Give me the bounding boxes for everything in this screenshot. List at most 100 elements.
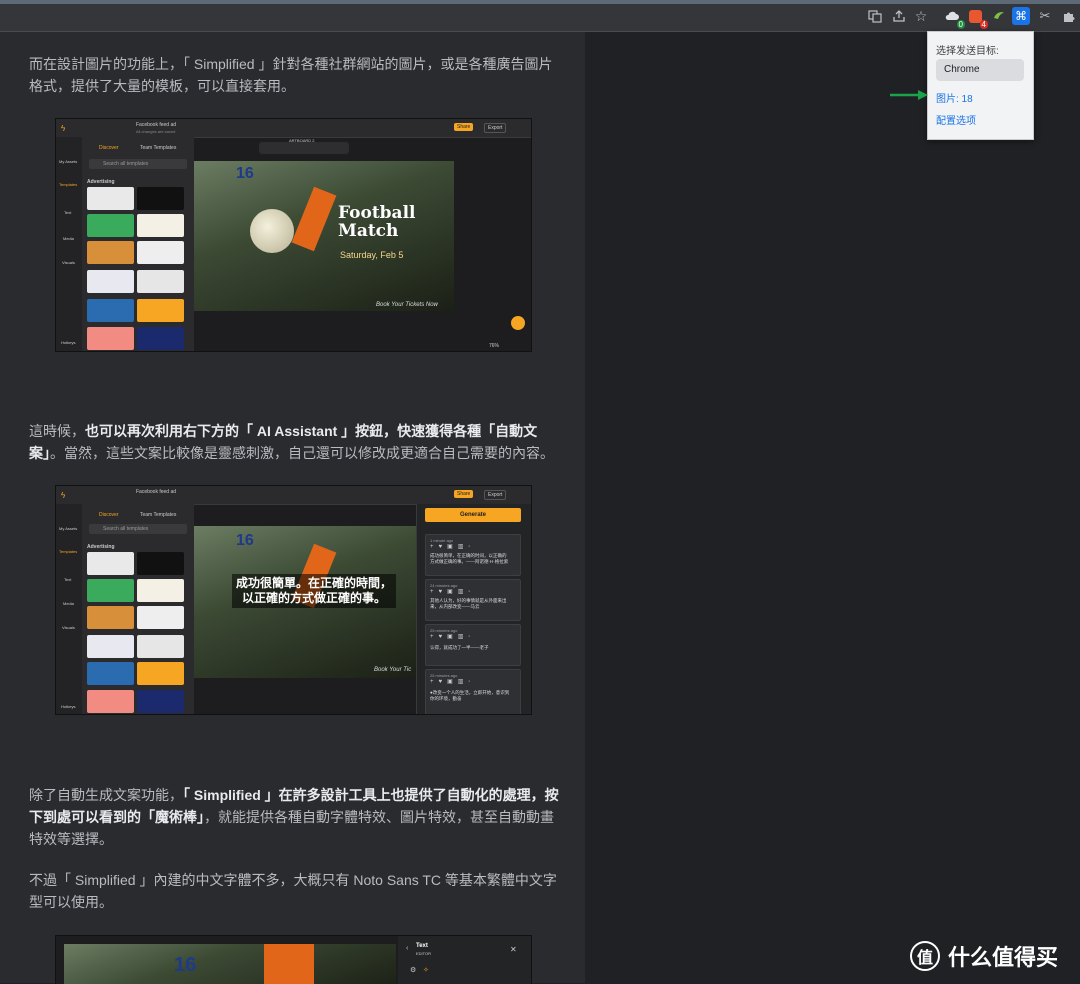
text-editor-panel: ‹ Text EDITOR ✕ ⚙ ✧	[398, 936, 531, 984]
template-thumb[interactable]	[87, 214, 134, 237]
template-thumb[interactable]	[87, 606, 134, 629]
ai-result-card[interactable]: 24 minutes ago +♥▣▥◦ 其他人认为，好的事情就是从外面来出来，…	[425, 579, 521, 621]
rail-text[interactable]: Text	[64, 577, 71, 582]
translate-icon[interactable]	[866, 7, 884, 25]
editor-topbar: ϟ Facebook feed ad All changes are saved…	[56, 119, 531, 138]
screenshot-templates: ϟ Facebook feed ad All changes are saved…	[55, 118, 532, 352]
rail-text[interactable]: Text	[64, 210, 71, 215]
template-thumb[interactable]	[87, 579, 134, 602]
export-button[interactable]: Export	[484, 490, 507, 500]
images-link[interactable]: 图片: 18	[936, 90, 973, 105]
ai-result-card[interactable]: 25 minutes ago +♥▣▥◦ 认得，就成功了一半——老子	[425, 624, 521, 666]
template-thumb[interactable]	[137, 270, 184, 293]
green-extension-icon[interactable]	[990, 7, 1008, 25]
tab-strip	[0, 0, 1080, 4]
tab-team-templates[interactable]: Team Templates	[140, 145, 176, 151]
extension-popup: 选择发送目标: Chrome 图片: 18 配置选项	[927, 31, 1034, 140]
card-actions[interactable]: +♥▣▥◦	[430, 678, 476, 685]
share-icon[interactable]	[890, 7, 908, 25]
editor-left-rail: My Assets Templates Text Media Visuals H…	[56, 137, 83, 351]
template-search-input[interactable]: Search all templates	[89, 524, 187, 534]
share-button[interactable]: Share	[454, 490, 474, 498]
template-thumb[interactable]	[87, 552, 134, 575]
generate-button[interactable]: Generate	[425, 508, 521, 522]
card-actions[interactable]: +♥▣▥◦	[430, 543, 476, 550]
templates-panel: Discover Team Templates Search all templ…	[82, 504, 194, 714]
template-thumb[interactable]	[87, 662, 134, 685]
editor-topbar: ϟ Facebook feed ad Share Export	[56, 486, 531, 505]
card-actions[interactable]: +♥▣▥◦	[430, 633, 476, 640]
template-thumb[interactable]	[87, 635, 134, 658]
templates-panel: Discover Team Templates Search all templ…	[82, 137, 194, 351]
scissors-extension-icon[interactable]: ✂	[1036, 7, 1054, 25]
cta-text: Book Your Tickets Now	[376, 302, 438, 308]
template-thumb[interactable]	[137, 662, 184, 685]
template-thumb[interactable]	[87, 241, 134, 264]
settings-link[interactable]: 配置选项	[936, 112, 976, 127]
magic-wand-icon[interactable]: ✧	[423, 966, 429, 974]
watermark-logo: 值	[910, 941, 940, 971]
back-chevron-icon[interactable]: ‹	[406, 945, 408, 952]
artboard-canvas[interactable]: 16 成功很簡單。在正確的時間， 以正確的方式做正確的事。 Book Your T…	[194, 526, 416, 678]
artboard-canvas[interactable]: 16 Football Match Saturday, Feb 5 Book Y…	[194, 161, 454, 311]
ai-result-card[interactable]: 25 minutes ago +♥▣▥◦ ●改变一个人的生活，立即开始，意识到你…	[425, 669, 521, 714]
star-icon[interactable]: ☆	[912, 7, 930, 25]
rail-my-assets[interactable]: My Assets	[59, 159, 77, 164]
rail-templates[interactable]: Templates	[59, 182, 77, 187]
template-thumb[interactable]	[137, 579, 184, 602]
doc-saved-status: All changes are saved	[136, 129, 176, 134]
template-thumb[interactable]	[137, 241, 184, 264]
gear-icon[interactable]: ⚙	[410, 966, 416, 974]
template-thumb[interactable]	[137, 299, 184, 322]
artboard-canvas[interactable]: 16	[64, 944, 396, 984]
template-thumb[interactable]	[87, 187, 134, 210]
paragraph-fonts: 不過「 Simplified 」內建的中文字體不多，大概只有 Noto Sans…	[29, 872, 557, 910]
rail-media[interactable]: Media	[63, 601, 74, 606]
rail-media[interactable]: Media	[63, 236, 74, 241]
red-extension-icon[interactable]: 4	[966, 7, 988, 29]
template-thumb[interactable]	[137, 327, 184, 350]
orange-sock	[264, 944, 314, 984]
doc-title[interactable]: Facebook feed ad	[136, 489, 176, 495]
template-search-input[interactable]: Search all templates	[89, 159, 187, 169]
template-thumb[interactable]	[137, 635, 184, 658]
ai-result-card[interactable]: 1 minute ago +♥▣▥◦ 成功很简单，在正确的时间，以正确的方式做正…	[425, 534, 521, 576]
element-toolbar[interactable]: ARTBOARD 2	[259, 138, 349, 154]
template-thumb[interactable]	[137, 606, 184, 629]
doc-title[interactable]: Facebook feed ad	[136, 122, 176, 128]
zoom-level[interactable]: 76%	[489, 343, 499, 349]
tab-discover[interactable]: Discover	[99, 145, 118, 151]
rail-visuals[interactable]: Visuals	[62, 260, 75, 265]
tab-discover[interactable]: Discover	[99, 512, 118, 518]
template-thumb[interactable]	[137, 552, 184, 575]
artboard-label: ARTBOARD 2	[289, 138, 315, 143]
generated-quote-text[interactable]: 成功很簡單。在正確的時間， 以正確的方式做正確的事。	[232, 574, 397, 608]
close-icon[interactable]: ✕	[510, 945, 517, 954]
ai-assistant-button[interactable]	[511, 316, 525, 330]
rail-hotkeys[interactable]: Hotkeys	[61, 704, 75, 709]
rail-my-assets[interactable]: My Assets	[59, 526, 77, 531]
rail-visuals[interactable]: Visuals	[62, 625, 75, 630]
template-thumb[interactable]	[87, 299, 134, 322]
rail-hotkeys[interactable]: Hotkeys	[61, 340, 75, 345]
template-thumb[interactable]	[137, 690, 184, 713]
paragraph-ai-assistant: 這時候，也可以再次利用右下方的「 AI Assistant 」按鈕，快速獲得各種…	[29, 420, 559, 464]
puzzle-icon[interactable]	[1059, 7, 1077, 25]
template-thumb[interactable]	[137, 214, 184, 237]
card-actions[interactable]: +♥▣▥◦	[430, 588, 476, 595]
share-button[interactable]: Share	[454, 123, 474, 131]
cloud-icon[interactable]: 0	[943, 7, 965, 29]
cmd-extension-icon[interactable]: ⌘	[1012, 7, 1030, 25]
paragraph-magic-wand: 除了自動生成文案功能，「 Simplified 」在許多設計工具上也提供了自動化…	[29, 784, 559, 850]
rail-templates[interactable]: Templates	[59, 549, 77, 554]
template-thumb[interactable]	[87, 690, 134, 713]
template-thumb[interactable]	[87, 270, 134, 293]
football-ball	[250, 209, 294, 253]
p2-tail: 。當然，這些文案比較像是靈感刺激，自己還可以修改成更適合自己需要的內容。	[50, 445, 554, 461]
tab-team-templates[interactable]: Team Templates	[140, 512, 176, 518]
template-thumb[interactable]	[137, 187, 184, 210]
export-button[interactable]: Export	[484, 123, 507, 133]
quote-line-1: 成功很簡單。在正確的時間，	[236, 576, 393, 590]
target-chrome-option[interactable]: Chrome	[936, 59, 1024, 81]
template-thumb[interactable]	[87, 327, 134, 350]
